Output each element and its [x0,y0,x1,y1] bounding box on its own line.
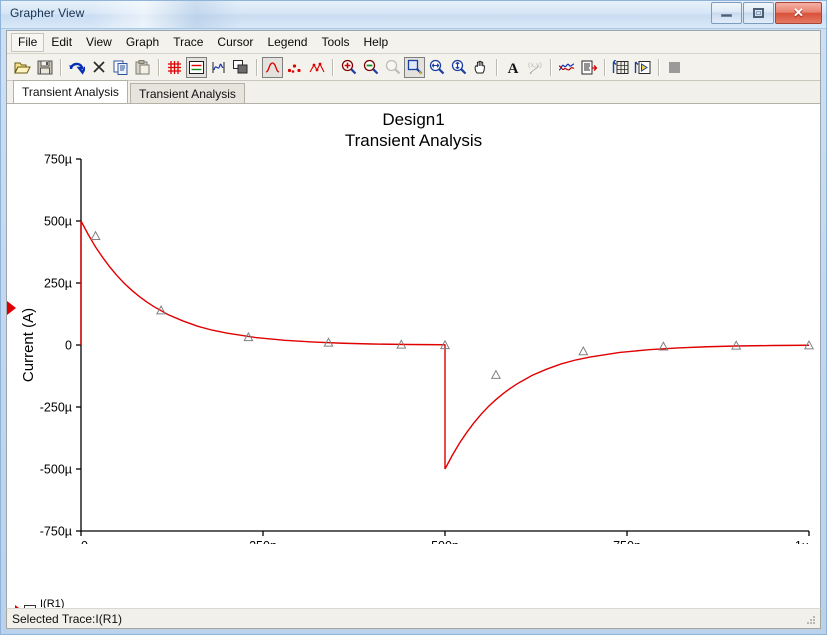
undo-icon[interactable] [66,57,87,78]
stop-icon[interactable] [664,57,685,78]
zoom-restore-icon[interactable] [382,57,403,78]
zoom-horizontal-icon[interactable] [426,57,447,78]
trace-line[interactable] [80,220,810,470]
properties-icon[interactable] [230,57,251,78]
toolbar-separator [496,58,498,76]
export-page-icon[interactable] [632,57,653,78]
minimize-icon [721,14,732,17]
x-axis-tick-label: 250n [249,539,277,544]
menu-item-tools[interactable]: Tools [314,33,356,52]
y-axis-tick-label: 750µ [44,153,72,167]
menu-item-trace[interactable]: Trace [166,33,210,52]
trace-marker[interactable] [90,230,101,240]
scatter-points-icon[interactable] [284,57,305,78]
cursor-icon[interactable] [208,57,229,78]
save-icon[interactable] [34,57,55,78]
restore-icon [753,8,764,18]
coordinates-icon[interactable]: (x,y) [524,57,545,78]
grapher-window: Grapher View ✕ File Edit View Graph Trac… [0,0,827,635]
toolbar-separator [604,58,606,76]
x-axis-tick-label: 750n [613,539,641,544]
minimize-button[interactable] [711,2,742,24]
client-area: File Edit View Graph Trace Cursor Legend… [6,30,821,628]
menu-item-graph[interactable]: Graph [119,33,166,52]
trace-marker[interactable] [490,369,501,379]
tab-transient-analysis-1[interactable]: Transient Analysis [13,80,128,103]
title-bar-gloss [91,1,241,28]
y-axis-tick-label: -250µ [40,401,72,415]
close-button[interactable]: ✕ [775,2,822,24]
toolbar-separator [332,58,334,76]
menu-item-cursor[interactable]: Cursor [210,33,260,52]
toolbar: A (x,y) [7,54,820,81]
toolbar-separator [60,58,62,76]
y-axis-title: Current (A) [20,308,37,382]
window-title: Grapher View [10,6,85,20]
paste-icon[interactable] [132,57,153,78]
add-trace-icon[interactable] [556,57,577,78]
menu-item-help[interactable]: Help [357,33,396,52]
pan-hand-icon[interactable] [470,57,491,78]
y-axis-tick-label: 0 [65,339,72,353]
toolbar-separator [550,58,552,76]
export-grid-icon[interactable] [610,57,631,78]
y-axis-tick-label: 500µ [44,215,72,229]
resize-grip-icon[interactable] [805,614,817,626]
zoom-out-icon[interactable] [360,57,381,78]
show-trace-icon[interactable] [262,56,283,78]
text-icon[interactable]: A [502,57,523,78]
graph-pane[interactable]: Design1 Transient Analysis 750µ 500µ 250µ 0… [7,103,820,591]
restore-button[interactable] [743,2,774,24]
menu-item-edit[interactable]: Edit [44,33,79,52]
svg-text:A: A [507,61,518,75]
open-icon[interactable] [12,57,33,78]
x-axis-tick-label: 500n [431,539,459,544]
menu-item-legend[interactable]: Legend [260,33,314,52]
menu-item-file[interactable]: File [11,32,45,52]
close-icon: ✕ [793,5,804,20]
window-controls: ✕ [710,2,822,24]
zoom-area-icon[interactable] [404,56,425,78]
trace-properties-icon[interactable] [578,57,599,78]
x-axis-tick-label: 1µ [795,539,809,544]
status-text: Selected Trace:I(R1) [12,611,123,626]
zoom-in-icon[interactable] [338,57,359,78]
legend-icon[interactable] [186,56,207,78]
copy-icon[interactable] [110,57,131,78]
toolbar-separator [658,58,660,76]
menu-bar: File Edit View Graph Trace Cursor Legend… [7,31,820,54]
toolbar-separator [256,58,258,76]
y-axis-tick-label: -500µ [40,463,72,477]
delete-icon[interactable] [88,57,109,78]
y-axis-tick-label: -750µ [40,525,72,539]
trace-markers-icon[interactable] [306,57,327,78]
y-axis-tick-label: 250µ [44,277,72,291]
grid-icon[interactable] [164,57,185,78]
trace-marker[interactable] [731,340,742,350]
zoom-vertical-icon[interactable] [448,57,469,78]
plot-canvas[interactable]: 750µ 500µ 250µ 0 -250µ -500µ -750µ 0 250n 500n 750… [7,104,820,544]
toolbar-separator [158,58,160,76]
tab-transient-analysis-2[interactable]: Transient Analysis [129,83,245,104]
x-axis-tick-label: 0 [81,539,88,544]
title-bar: Grapher View ✕ [1,1,826,29]
svg-text:(x,y): (x,y) [528,61,542,69]
trace-marker[interactable] [578,345,589,356]
y-cursor-marker-icon[interactable] [7,301,16,315]
menu-item-view[interactable]: View [79,33,119,52]
tab-strip: Transient Analysis Transient Analysis [7,80,820,104]
status-bar: Selected Trace:I(R1) [6,608,821,629]
